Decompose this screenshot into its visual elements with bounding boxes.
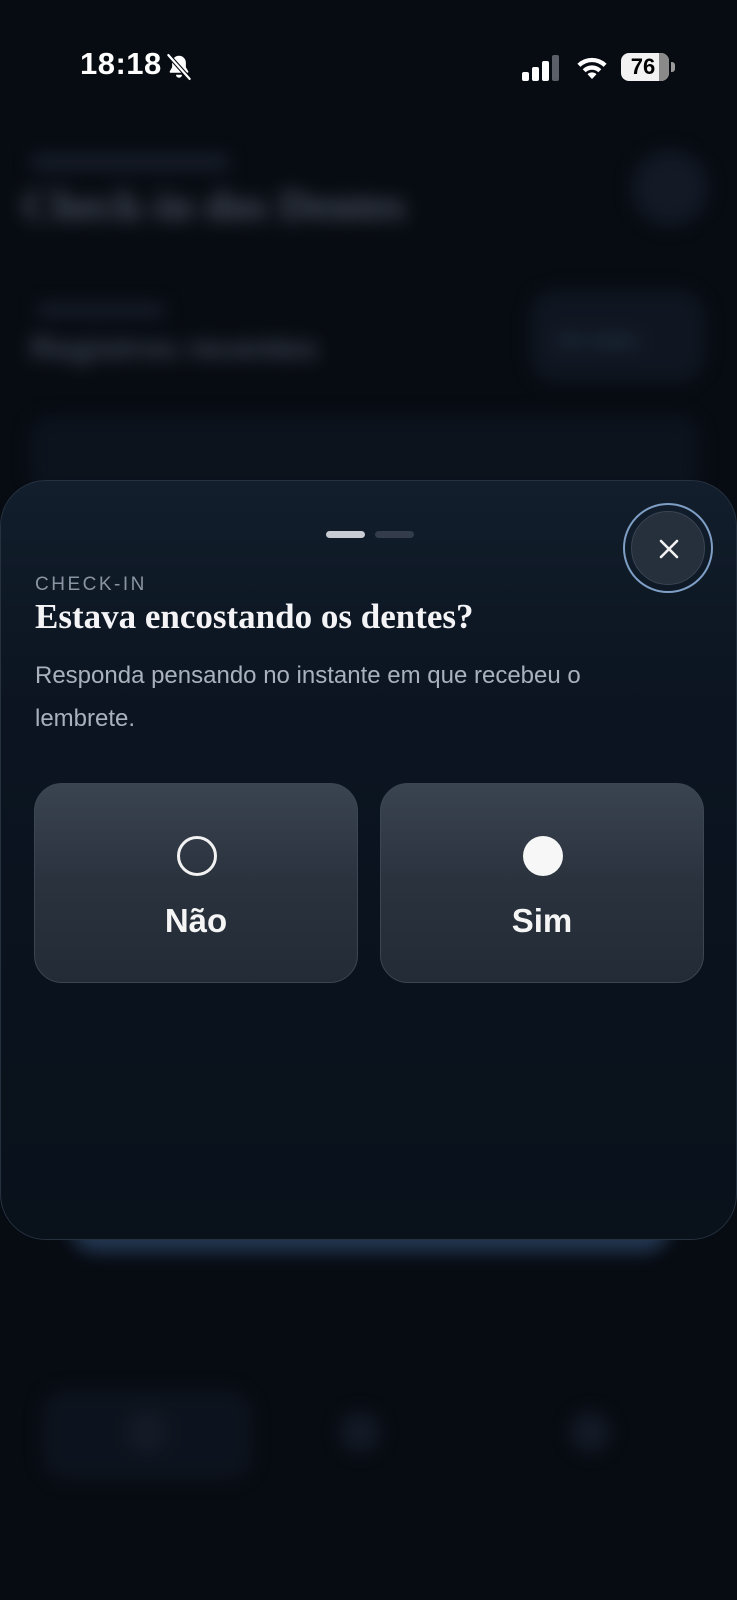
check-in-sheet: CHECK-IN Estava encostando os dentes? Re… (0, 480, 737, 1240)
answer-no-label: Não (164, 902, 228, 939)
answer-yes-label: Sim (511, 902, 573, 939)
question-helper-text: Responda pensando no instante em que rec… (35, 662, 581, 732)
page-indicator-dot-active (326, 531, 365, 538)
battery-icon: 76 (621, 53, 675, 81)
background-pill-label: Ver todos (555, 330, 640, 352)
status-bar: 18:18 76 (0, 0, 737, 120)
answer-no-button[interactable]: Não (34, 783, 358, 983)
background-eyebrow (30, 155, 230, 169)
background-avatar (632, 150, 708, 226)
background-tab-icon (340, 1412, 380, 1452)
status-time: 18:18 (80, 46, 162, 81)
bell-slash-icon (166, 53, 192, 81)
answer-yes-button[interactable]: Sim (380, 783, 704, 983)
background-card-label (36, 304, 166, 316)
background-tab-icon (570, 1412, 610, 1452)
wifi-icon (577, 57, 607, 79)
close-button-face (631, 511, 705, 585)
background-card: Registros recentes Ver todos (20, 280, 720, 400)
background-tab-home (42, 1390, 252, 1480)
background-card-title: Registros recentes (30, 330, 319, 366)
radio-filled-icon (523, 836, 563, 876)
page-indicator-dot (375, 531, 414, 538)
radio-empty-icon (177, 836, 217, 876)
close-icon (659, 539, 679, 559)
close-button[interactable] (623, 503, 713, 593)
background-title: Check-in dos Dentes (22, 181, 406, 230)
question-title: Estava encostando os dentes? (35, 597, 474, 636)
battery-level: 76 (630, 54, 656, 79)
sheet-eyebrow: CHECK-IN (35, 574, 147, 595)
cellular-signal-icon (522, 55, 559, 81)
